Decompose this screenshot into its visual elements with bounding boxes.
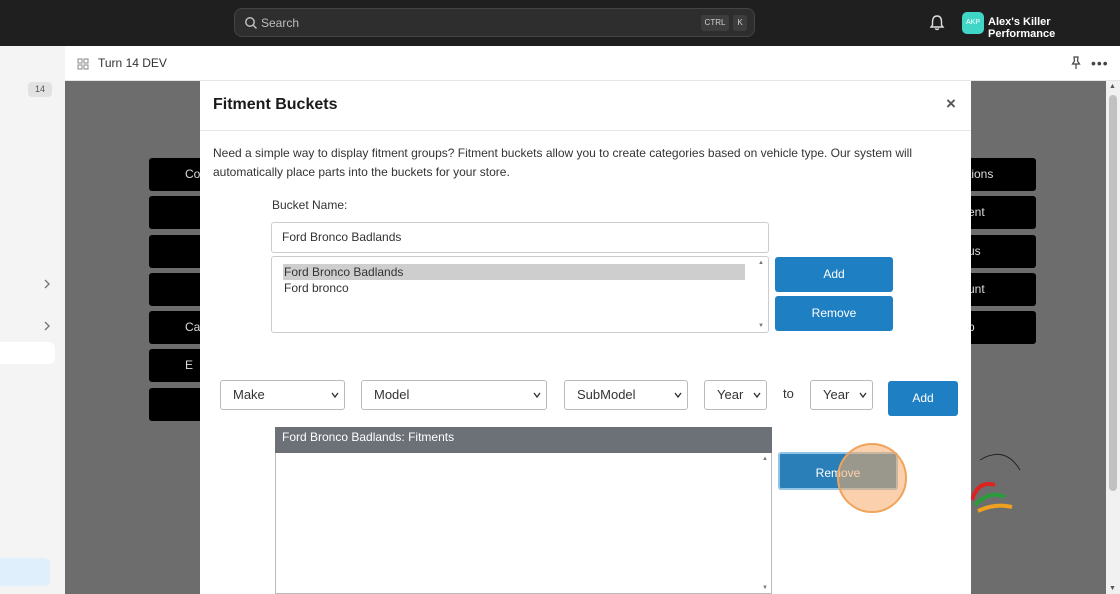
- background-button: [149, 235, 204, 268]
- year-to-select-value: Year: [823, 387, 850, 402]
- background-button: [149, 388, 204, 421]
- count-badge: 14: [28, 82, 52, 97]
- notifications-bell-icon[interactable]: [929, 14, 945, 32]
- pin-icon[interactable]: [1069, 56, 1083, 70]
- fitment-buckets-modal: Fitment Buckets × Need a simple way to d…: [200, 81, 971, 594]
- background-button: ent: [968, 196, 1036, 229]
- modal-divider: [200, 130, 971, 131]
- bucket-listbox[interactable]: Ford Bronco Badlands Ford bronco ▲ ▼: [271, 256, 769, 333]
- chevron-right-icon[interactable]: [42, 321, 52, 331]
- chevron-down-icon: [331, 392, 339, 399]
- scroll-up-icon[interactable]: ▲: [758, 260, 764, 266]
- model-select-value: Model: [374, 387, 410, 402]
- click-indicator: [837, 443, 907, 513]
- submodel-select[interactable]: SubModel: [564, 380, 688, 410]
- background-button: tions: [968, 158, 1036, 191]
- search-bar[interactable]: Search CTRL K: [234, 8, 755, 37]
- background-button: unt: [968, 273, 1036, 306]
- scrollbar-thumb[interactable]: [1109, 95, 1117, 491]
- background-button: E: [149, 349, 204, 382]
- fitments-listbox[interactable]: ▲ ▼: [275, 453, 772, 594]
- bucket-name-label: Bucket Name:: [272, 198, 348, 212]
- chevron-down-icon: [859, 392, 867, 399]
- search-icon: [245, 17, 258, 30]
- add-fitment-button[interactable]: Add: [888, 381, 958, 416]
- scroll-down-icon[interactable]: ▼: [762, 585, 768, 591]
- model-select[interactable]: Model: [361, 380, 547, 410]
- background-button: p: [968, 311, 1036, 344]
- year-range-to-label: to: [783, 386, 794, 401]
- scroll-down-icon[interactable]: ▼: [1109, 585, 1116, 592]
- top-bar: Search CTRL K AKP Alex's Killer Performa…: [0, 0, 1120, 46]
- fitments-scrollbar[interactable]: ▲ ▼: [760, 453, 771, 594]
- page-header: Turn 14 DEV •••: [65, 46, 1120, 81]
- year-from-select[interactable]: Year: [704, 380, 767, 410]
- left-sidebar: 14: [0, 46, 65, 594]
- chevron-down-icon: [753, 392, 761, 399]
- fitments-header: Ford Bronco Badlands: Fitments: [275, 427, 772, 453]
- search-placeholder: Search: [261, 16, 300, 30]
- shortcut-ctrl-key: CTRL: [701, 15, 729, 31]
- background-button: us: [968, 235, 1036, 268]
- scroll-up-icon[interactable]: ▲: [1109, 83, 1116, 90]
- chevron-down-icon: [674, 392, 682, 399]
- year-from-select-value: Year: [717, 387, 744, 402]
- add-bucket-button[interactable]: Add: [775, 257, 893, 292]
- submodel-select-value: SubModel: [577, 387, 636, 402]
- page-title: Turn 14 DEV: [98, 56, 167, 70]
- bucket-option-selected[interactable]: Ford Bronco Badlands: [283, 264, 745, 280]
- close-icon[interactable]: ×: [946, 94, 956, 114]
- scroll-down-icon[interactable]: ▼: [758, 323, 764, 329]
- scroll-up-icon[interactable]: ▲: [762, 456, 768, 462]
- sidebar-item-active[interactable]: [0, 558, 50, 586]
- listbox-scrollbar[interactable]: ▲ ▼: [756, 258, 767, 331]
- bucket-option[interactable]: Ford bronco: [283, 280, 745, 296]
- background-button: [149, 273, 204, 306]
- background-button: [149, 196, 204, 229]
- year-to-select[interactable]: Year: [810, 380, 873, 410]
- chevron-right-icon[interactable]: [42, 279, 52, 289]
- shortcut-k-key: K: [733, 15, 747, 31]
- more-options-icon[interactable]: •••: [1091, 55, 1109, 71]
- app-page-icon: [77, 58, 89, 70]
- chevron-down-icon: [533, 392, 541, 399]
- remove-bucket-button[interactable]: Remove: [775, 296, 893, 331]
- org-avatar[interactable]: AKP: [962, 12, 984, 34]
- page-scrollbar[interactable]: ▲ ▼: [1106, 81, 1120, 594]
- modal-description: Need a simple way to display fitment gro…: [213, 146, 912, 179]
- bucket-name-input[interactable]: Ford Bronco Badlands: [271, 222, 769, 253]
- modal-title: Fitment Buckets: [213, 96, 338, 113]
- sidebar-item[interactable]: [0, 342, 55, 364]
- make-select-value: Make: [233, 387, 265, 402]
- background-button: Co: [149, 158, 204, 191]
- org-name[interactable]: Alex's Killer Performance: [988, 16, 1120, 40]
- make-select[interactable]: Make: [220, 380, 345, 410]
- background-button: Ca: [149, 311, 204, 344]
